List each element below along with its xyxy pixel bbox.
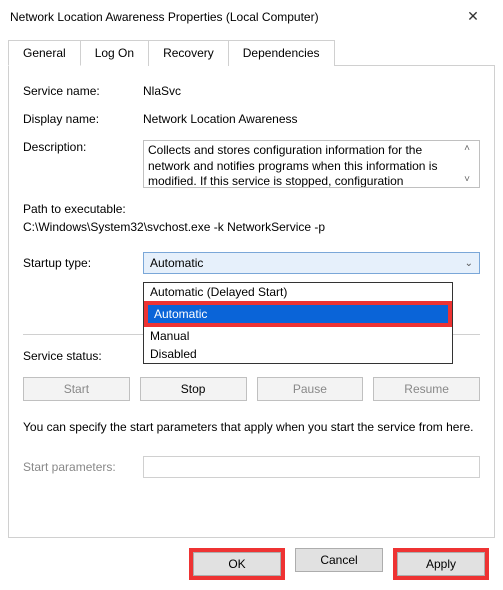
startup-option-automatic[interactable]: Automatic [148,305,448,323]
tab-recovery[interactable]: Recovery [148,40,229,66]
start-button: Start [23,377,130,401]
apply-button[interactable]: Apply [397,552,485,576]
tab-log-on[interactable]: Log On [80,40,149,66]
resume-button: Resume [373,377,480,401]
close-icon[interactable]: ✕ [453,8,493,25]
label-service-status: Service status: [23,349,143,363]
startup-option-manual[interactable]: Manual [144,327,452,345]
label-startup-type: Startup type: [23,256,143,270]
value-service-name: NlaSvc [143,84,480,98]
label-description: Description: [23,140,143,188]
tab-panel-general: Service name: NlaSvc Display name: Netwo… [8,66,495,538]
tab-strip: General Log On Recovery Dependencies [8,39,495,66]
pause-button: Pause [257,377,364,401]
stop-button[interactable]: Stop [140,377,247,401]
startup-option-delayed[interactable]: Automatic (Delayed Start) [144,283,452,301]
ok-button[interactable]: OK [193,552,281,576]
startup-option-disabled[interactable]: Disabled [144,345,452,363]
tab-general[interactable]: General [8,40,81,66]
label-service-name: Service name: [23,84,143,98]
value-description: Collects and stores configuration inform… [148,143,459,185]
label-start-params: Start parameters: [23,460,143,474]
chevron-up-icon[interactable]: ˄ [464,143,470,154]
chevron-down-icon[interactable]: ˅ [464,174,470,185]
info-text: You can specify the start parameters tha… [23,419,480,436]
chevron-down-icon[interactable]: ⌄ [465,258,473,269]
cancel-button[interactable]: Cancel [295,548,383,572]
tab-dependencies[interactable]: Dependencies [228,40,335,66]
start-params-input [143,456,480,478]
startup-type-value: Automatic [150,256,203,270]
description-box[interactable]: Collects and stores configuration inform… [143,140,480,188]
value-display-name: Network Location Awareness [143,112,480,126]
dialog-button-row: OK Cancel Apply [0,538,503,590]
startup-type-dropdown[interactable]: Automatic (Delayed Start) Automatic Manu… [143,282,453,364]
description-scrollbar[interactable]: ˄ ˅ [459,143,475,185]
window-title: Network Location Awareness Properties (L… [10,10,453,24]
value-path: C:\Windows\System32\svchost.exe -k Netwo… [23,220,480,234]
startup-type-select[interactable]: Automatic ⌄ [143,252,480,274]
label-display-name: Display name: [23,112,143,126]
label-path: Path to executable: [23,202,480,216]
